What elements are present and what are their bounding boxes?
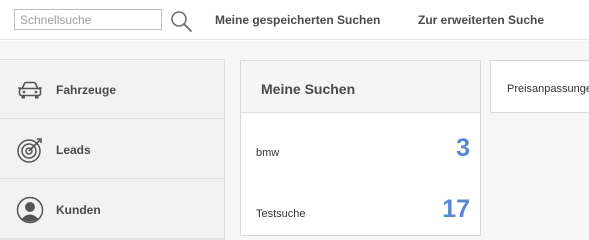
price-adjustments-widget[interactable]: Preisanpassungen [490, 60, 589, 113]
saved-search-name: Testsuche [256, 208, 306, 220]
saved-search-row-testsuche[interactable]: Testsuche 17 [241, 186, 480, 236]
saved-search-row-bmw[interactable]: bmw 3 [241, 125, 480, 175]
sidebar-item-label: Leads [56, 143, 91, 157]
sidebar-item-fahrzeuge[interactable]: Fahrzeuge [0, 60, 224, 119]
user-icon [16, 196, 44, 224]
advanced-search-link[interactable]: Zur erweiterten Suche [418, 13, 544, 27]
sidebar: Fahrzeuge Leads Kunden [0, 59, 225, 240]
target-icon [16, 136, 44, 164]
widget-header: Meine Suchen [241, 61, 480, 113]
car-icon [16, 76, 44, 104]
sidebar-item-leads[interactable]: Leads [0, 120, 224, 179]
widget-title: Meine Suchen [261, 81, 356, 97]
saved-searches-widget: Meine Suchen bmw 3 Testsuche 17 [240, 60, 481, 236]
sidebar-item-label: Fahrzeuge [56, 83, 117, 97]
widget-title: Preisanpassungen [507, 83, 589, 95]
search-icon[interactable] [170, 9, 194, 33]
saved-search-name: bmw [256, 147, 280, 159]
sidebar-item-label: Kunden [56, 203, 101, 217]
top-bar: Meine gespeicherten Suchen Zur erweitert… [0, 0, 589, 40]
quick-search-input[interactable] [14, 9, 162, 30]
saved-searches-link[interactable]: Meine gespeicherten Suchen [215, 13, 380, 27]
saved-search-count: 3 [456, 134, 470, 162]
sidebar-item-kunden[interactable]: Kunden [0, 180, 224, 239]
saved-search-count: 17 [442, 195, 470, 223]
